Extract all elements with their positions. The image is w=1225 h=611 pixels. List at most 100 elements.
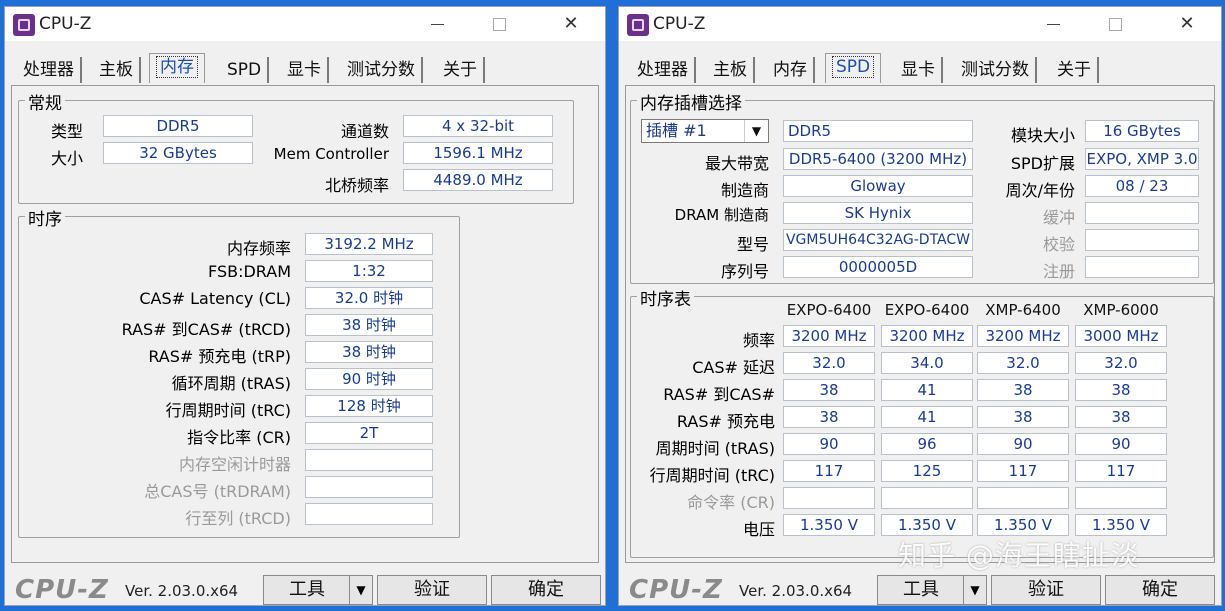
title-bar[interactable]: CPU-Z ✕ — [5, 7, 605, 41]
timing-cell: 1.350 V — [783, 514, 875, 536]
timing-column-header: XMP-6400 — [985, 301, 1061, 319]
timing-value: 128 时钟 — [305, 395, 433, 417]
tab-memory[interactable]: 内存 — [149, 53, 205, 83]
memctrl-value: 1596.1 MHz — [403, 142, 553, 164]
spd-type-value: DDR5 — [783, 120, 973, 142]
nb-label: 北桥频率 — [324, 176, 389, 195]
timing-label: 指令比率 (CR) — [187, 428, 291, 447]
timing-cell: 38 — [1075, 379, 1167, 401]
check-value — [1085, 229, 1199, 251]
timing-value — [305, 503, 433, 525]
timing-cell: 1.350 V — [1075, 514, 1167, 536]
timing-cell — [977, 487, 1069, 509]
part-label: 型号 — [736, 235, 769, 254]
timing-cell — [1075, 487, 1167, 509]
timing-label: 行周期时间 (tRC) — [165, 401, 291, 420]
tab-memory[interactable]: 内存 — [767, 57, 815, 83]
spd-ext-label: SPD扩展 — [1010, 154, 1075, 173]
maker-label: 制造商 — [720, 181, 769, 200]
general-group: 常规 类型 DDR5 大小 32 GBytes 通道数 4 x 32-bit M… — [18, 89, 574, 204]
cpuz-logo: CPU-Z — [629, 575, 723, 605]
timing-label: RAS# 预充电 (tRP) — [148, 347, 291, 366]
tools-dropdown-icon[interactable]: ▼ — [349, 575, 373, 605]
max-bw-label: 最大带宽 — [704, 154, 769, 173]
tab-bench[interactable]: 测试分数 — [955, 57, 1037, 83]
serial-label: 序列号 — [720, 262, 769, 281]
timing-row-label: 周期时间 (tRAS) — [655, 439, 775, 458]
maximize-icon[interactable] — [1093, 11, 1137, 37]
tab-mainboard[interactable]: 主板 — [707, 57, 755, 83]
ok-button[interactable]: 确定 — [1105, 575, 1215, 605]
spd-panel: 内存插槽选择 插槽 #1 ▼ DDR5 模块大小 16 GBytes 最大带宽 … — [625, 85, 1215, 563]
tab-graphics[interactable]: 显卡 — [281, 57, 329, 83]
tab-cpu[interactable]: 处理器 — [17, 57, 82, 83]
type-label: 类型 — [50, 122, 83, 141]
channels-value: 4 x 32-bit — [403, 115, 553, 137]
tab-bench[interactable]: 测试分数 — [341, 57, 423, 83]
close-icon[interactable]: ✕ — [1165, 11, 1209, 37]
bottom-bar: CPU-Z Ver. 2.03.0.x64 工具 ▼ 验证 确定 — [619, 573, 1221, 605]
tab-mainboard[interactable]: 主板 — [93, 57, 141, 83]
timing-cell: 38 — [783, 379, 875, 401]
timing-cell: 32.0 — [977, 352, 1069, 374]
type-value: DDR5 — [103, 115, 253, 137]
validate-button[interactable]: 验证 — [377, 575, 487, 605]
maximize-icon[interactable] — [477, 11, 521, 37]
minimize-icon[interactable] — [1031, 11, 1075, 37]
timing-column-header: EXPO-6400 — [884, 301, 970, 319]
timing-cell: 41 — [881, 406, 973, 428]
timing-label: 行至列 (tRCD) — [185, 509, 291, 528]
timing-cell: 90 — [1075, 433, 1167, 455]
validate-button[interactable]: 验证 — [991, 575, 1101, 605]
timing-label: 内存频率 — [226, 239, 291, 258]
timing-row-label: 频率 — [742, 331, 775, 350]
timings-title: 时序 — [25, 205, 65, 230]
timing-label: 总CAS号 (tRDRAM) — [144, 482, 291, 501]
tab-about[interactable]: 关于 — [437, 57, 485, 83]
chevron-down-icon[interactable]: ▼ — [744, 120, 768, 142]
memory-panel: 常规 类型 DDR5 大小 32 GBytes 通道数 4 x 32-bit M… — [11, 85, 599, 563]
memctrl-label: Mem Controller — [273, 145, 389, 163]
tab-cpu[interactable]: 处理器 — [631, 57, 696, 83]
timing-value: 1:32 — [305, 260, 433, 282]
watermark-text: 知乎 @海王瞎扯淡 — [898, 539, 1140, 572]
timing-cell: 1.350 V — [977, 514, 1069, 536]
version-text: Ver. 2.03.0.x64 — [739, 582, 853, 600]
buffer-value — [1085, 202, 1199, 224]
tab-graphics[interactable]: 显卡 — [895, 57, 943, 83]
part-value: VGM5UH64C32AG-DTACW — [783, 229, 973, 251]
size-label: 大小 — [50, 149, 83, 168]
week-year-label: 周次/年份 — [1005, 181, 1075, 200]
timing-row-label: CAS# 延迟 — [692, 358, 775, 377]
tab-about[interactable]: 关于 — [1051, 57, 1099, 83]
timing-row-label: RAS# 预充电 — [676, 412, 775, 431]
bottom-bar: CPU-Z Ver. 2.03.0.x64 工具 ▼ 验证 确定 — [5, 573, 605, 605]
timing-value: 3192.2 MHz — [305, 233, 433, 255]
tools-dropdown-icon[interactable]: ▼ — [963, 575, 987, 605]
timing-value: 32.0 时钟 — [305, 287, 433, 309]
timing-cell: 38 — [1075, 406, 1167, 428]
tab-bar: 处理器 主板 内存 SPD 显卡 测试分数 关于 — [11, 53, 599, 85]
dram-maker-label: DRAM 制造商 — [674, 206, 769, 224]
timing-cell: 3200 MHz — [977, 325, 1069, 347]
window-title: CPU-Z — [653, 14, 706, 34]
cpuz-app-icon — [627, 14, 649, 36]
title-bar[interactable]: CPU-Z ✕ — [619, 7, 1221, 41]
tab-spd[interactable]: SPD — [825, 53, 882, 83]
slot-select[interactable]: 插槽 #1 ▼ — [641, 119, 769, 143]
buffer-label: 缓冲 — [1042, 208, 1075, 227]
reg-value — [1085, 256, 1199, 278]
timing-row-label: 行周期时间 (tRC) — [649, 466, 775, 485]
tools-button[interactable]: 工具 — [263, 575, 351, 605]
timing-cell: 117 — [1075, 460, 1167, 482]
timing-cell: 32.0 — [783, 352, 875, 374]
cpuz-app-icon — [13, 14, 35, 36]
ok-button[interactable]: 确定 — [491, 575, 601, 605]
module-size-label: 模块大小 — [1010, 126, 1075, 145]
tools-button[interactable]: 工具 — [877, 575, 965, 605]
timing-column-header: EXPO-6400 — [786, 301, 872, 319]
tab-spd[interactable]: SPD — [221, 57, 270, 83]
close-icon[interactable]: ✕ — [549, 11, 593, 37]
minimize-icon[interactable] — [415, 11, 459, 37]
timing-row-label: 电压 — [742, 520, 775, 539]
